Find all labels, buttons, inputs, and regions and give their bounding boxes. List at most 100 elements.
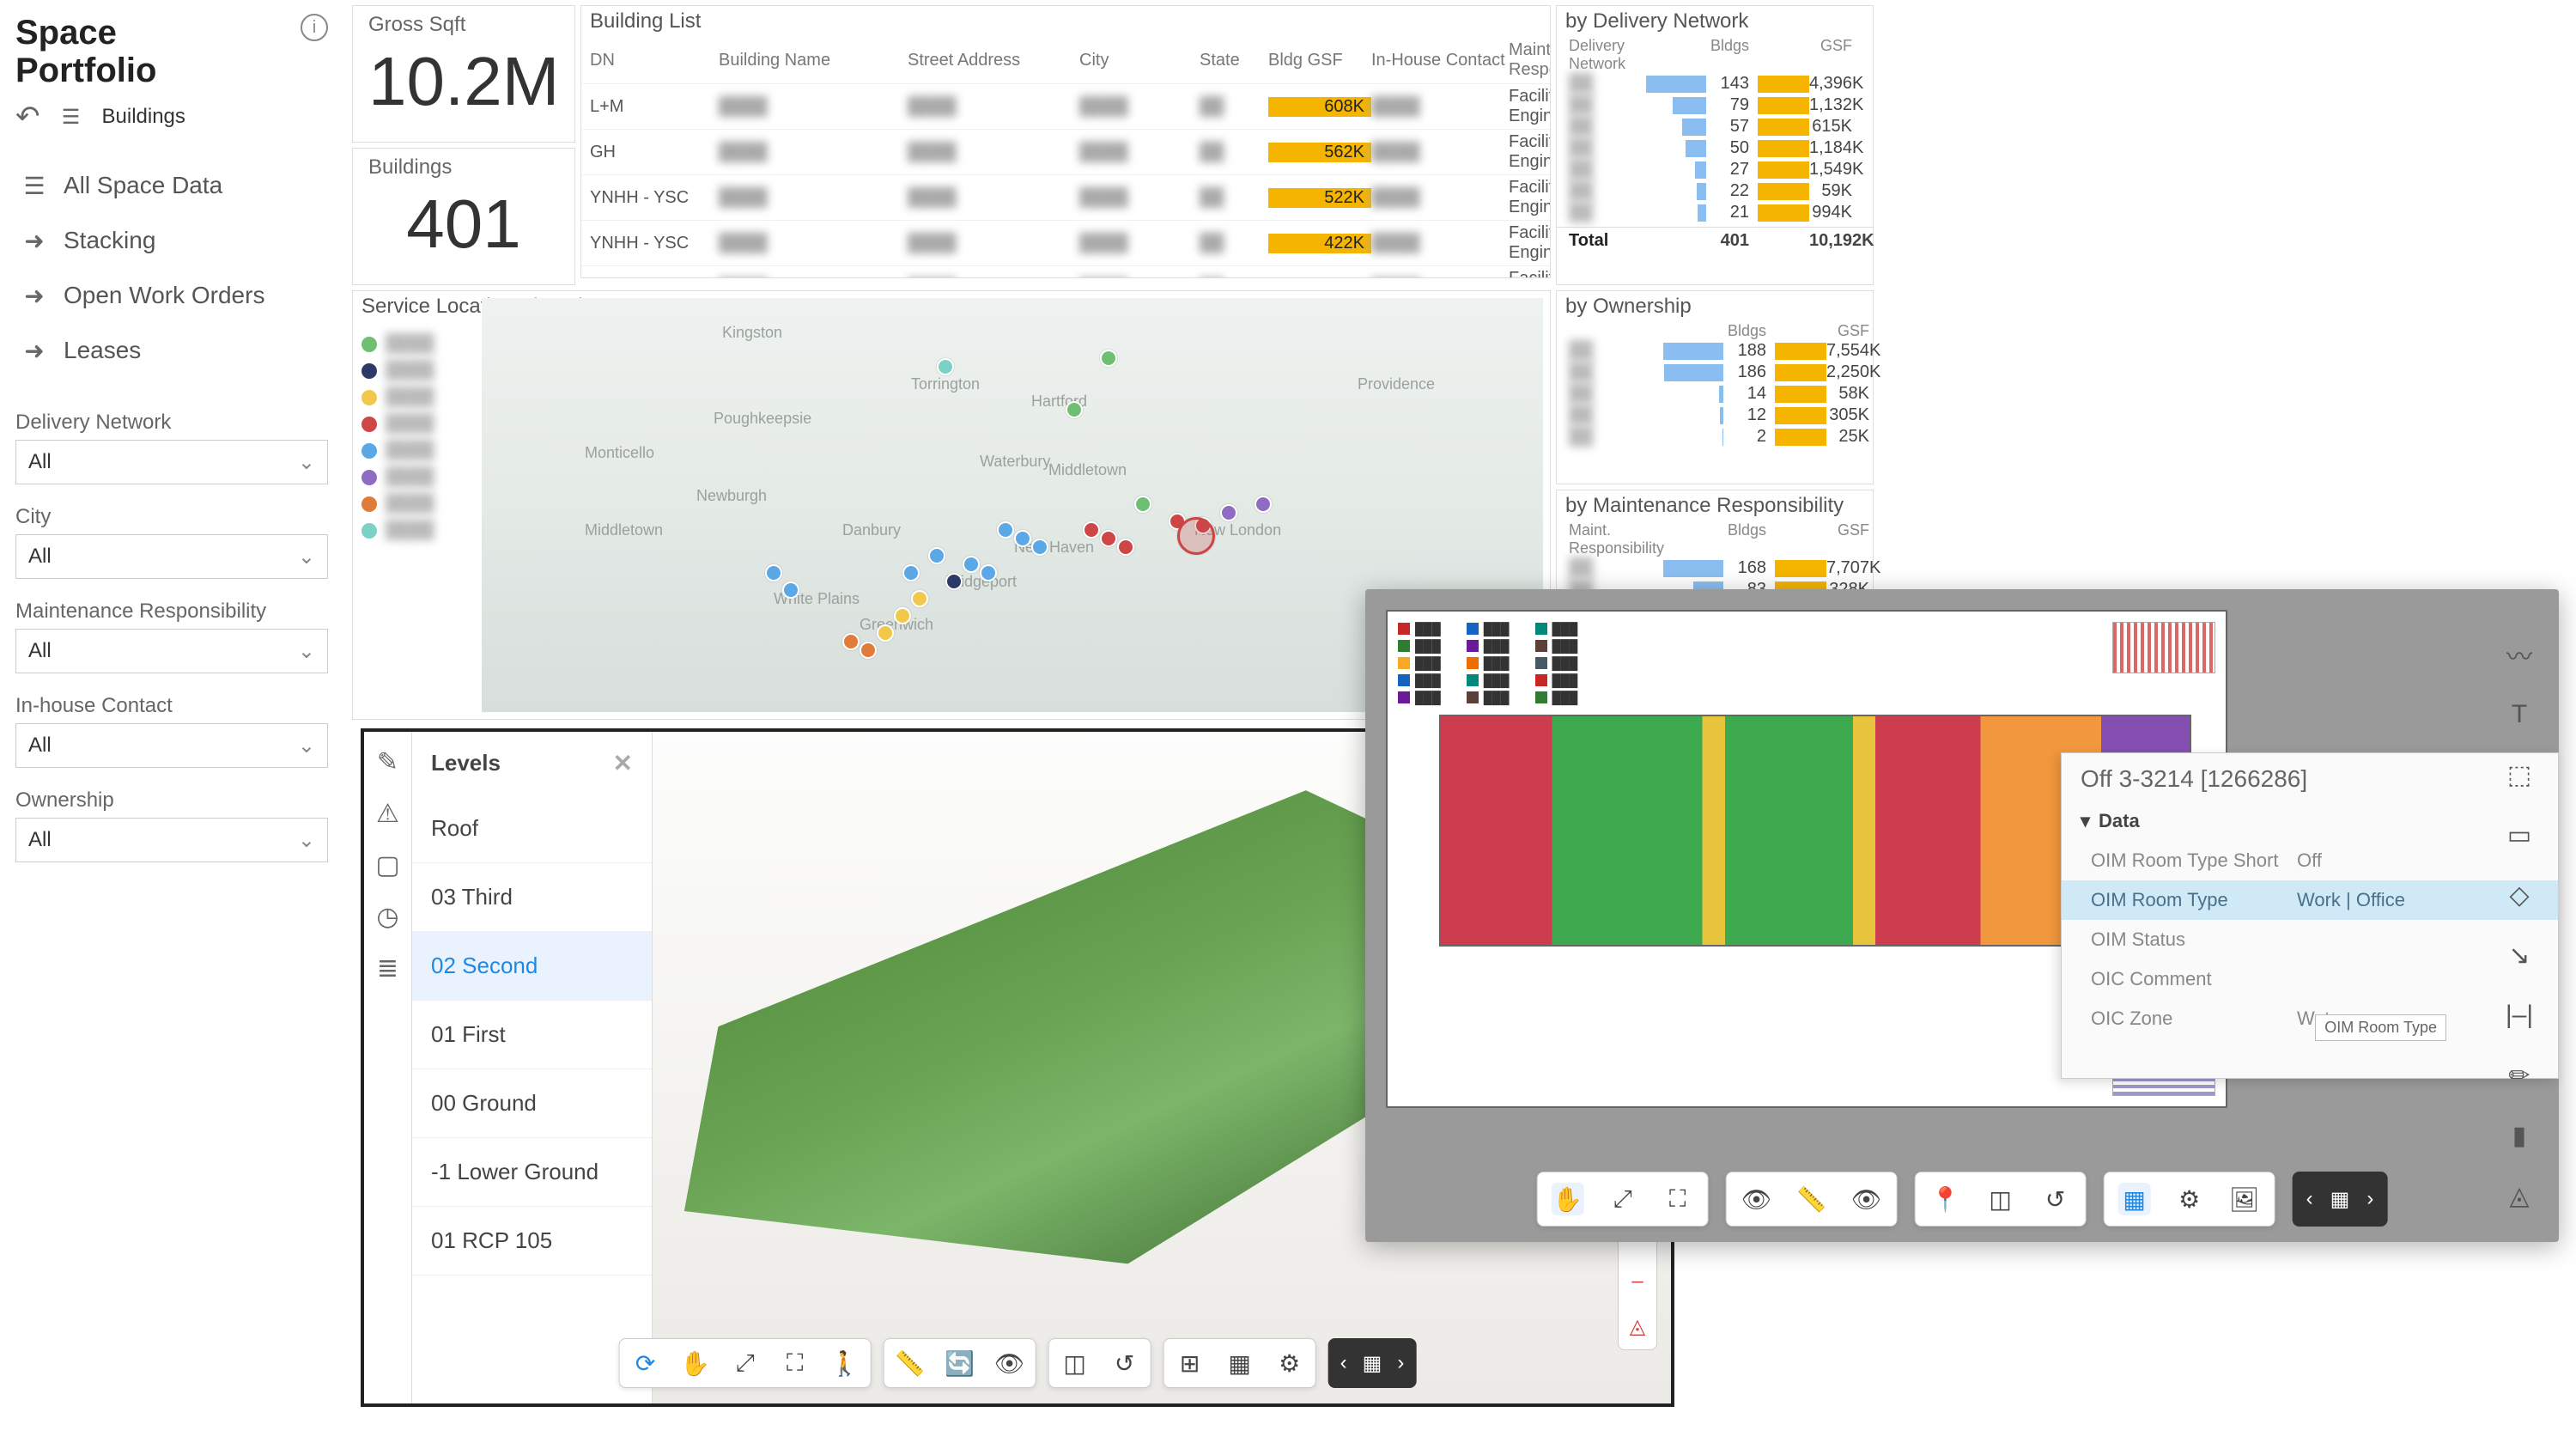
nav-item[interactable]: ☰All Space Data xyxy=(15,158,328,213)
toolbar-button[interactable]: 📏 xyxy=(895,1348,926,1379)
tool-icon[interactable]: ◷ xyxy=(374,902,403,931)
toolbar-button[interactable]: 🔄 xyxy=(945,1348,975,1379)
map-point[interactable] xyxy=(1100,350,1117,367)
map-point[interactable] xyxy=(902,564,920,581)
filter-select[interactable]: All⌄ xyxy=(15,723,328,768)
legend-item[interactable]: ████ xyxy=(361,467,434,487)
toolbar-button[interactable]: 👁 xyxy=(1850,1183,1883,1215)
legend-item[interactable]: ████ xyxy=(361,414,434,434)
back-icon[interactable]: ↶ xyxy=(15,100,40,134)
toolbar-button[interactable]: ⟳ xyxy=(630,1348,661,1379)
map-point[interactable] xyxy=(1220,504,1237,521)
info-icon[interactable]: i xyxy=(301,14,328,41)
markup-tool-icon[interactable]: T xyxy=(2502,697,2537,732)
map-point[interactable] xyxy=(1014,530,1031,547)
property-row[interactable]: OIM Room TypeWork | Office xyxy=(2062,880,2558,920)
toolbar-button[interactable]: ⊞ xyxy=(1175,1348,1206,1379)
map-point[interactable] xyxy=(911,590,928,607)
nav-buildings[interactable]: Buildings xyxy=(102,105,185,129)
markup-tool-icon[interactable]: |–| xyxy=(2502,998,2537,1032)
map-point[interactable] xyxy=(963,556,980,573)
level-item[interactable]: 01 RCP 105 xyxy=(412,1207,652,1275)
chart-row[interactable]: ██12305K xyxy=(1557,405,1873,426)
toolbar-button[interactable]: ⚙ xyxy=(2173,1183,2206,1215)
table-row[interactable]: YNHH - YSC██████████████391K████Faciliti… xyxy=(581,265,1550,278)
toolbar-button[interactable]: 🖼 xyxy=(2228,1183,2261,1215)
map-point[interactable] xyxy=(1255,496,1272,513)
property-row[interactable]: OIC ZoneWatson xyxy=(2062,999,2558,1038)
markup-tool-icon[interactable]: ◇ xyxy=(2502,878,2537,912)
map-point[interactable] xyxy=(1083,521,1100,539)
close-icon[interactable]: ✕ xyxy=(613,749,633,777)
chart-row[interactable]: ██1458K xyxy=(1557,383,1873,405)
toolbar-button[interactable]: ✋ xyxy=(1552,1183,1584,1215)
properties-section[interactable]: ▾ Data xyxy=(2062,805,2558,841)
chart-row[interactable]: ██57615K xyxy=(1557,116,1873,137)
markup-tool-icon[interactable]: ▮ xyxy=(2502,1118,2537,1153)
toolbar-button[interactable]: ▦ xyxy=(2118,1183,2151,1215)
markup-tool-icon[interactable]: ✏ xyxy=(2502,1058,2537,1093)
legend-item[interactable]: ████ xyxy=(361,334,434,354)
level-item[interactable]: 00 Ground xyxy=(412,1069,652,1138)
toolbar-button[interactable]: ↺ xyxy=(2039,1183,2072,1215)
filter-select[interactable]: All⌄ xyxy=(15,629,328,673)
filter-select[interactable]: All⌄ xyxy=(15,818,328,862)
chart-row[interactable]: ██225K xyxy=(1557,426,1873,447)
toolbar-button[interactable]: ↺ xyxy=(1109,1348,1140,1379)
map-point[interactable] xyxy=(1100,530,1117,547)
toolbar-button[interactable]: 📏 xyxy=(1795,1183,1828,1215)
toolbar-button[interactable]: ⚙ xyxy=(1274,1348,1305,1379)
property-row[interactable]: OIC Comment xyxy=(2062,959,2558,999)
chart-row[interactable]: ██791,132K xyxy=(1557,94,1873,116)
markup-tool-icon[interactable]: – xyxy=(1631,1269,1643,1294)
toolbar-button[interactable]: ◫ xyxy=(1984,1183,2017,1215)
map-point[interactable] xyxy=(945,573,963,590)
tool-icon[interactable]: ✎ xyxy=(374,747,403,776)
level-item[interactable]: -1 Lower Ground xyxy=(412,1138,652,1207)
toolbar-button[interactable]: 🚶 xyxy=(829,1348,860,1379)
table-row[interactable]: L+M██████████████608K████Facilities Engi… xyxy=(581,83,1550,129)
map-point[interactable] xyxy=(894,607,911,624)
level-item[interactable]: Roof xyxy=(412,795,652,863)
level-item[interactable]: 03 Third xyxy=(412,863,652,932)
nav-item[interactable]: ➜Leases xyxy=(15,323,328,378)
toolbar-button[interactable]: ◫ xyxy=(1060,1348,1091,1379)
table-row[interactable]: GH██████████████562K████Facilities Engin… xyxy=(581,129,1550,174)
toolbar-button[interactable]: ⛶ xyxy=(1662,1183,1694,1215)
property-row[interactable]: OIM Status xyxy=(2062,920,2558,959)
filter-select[interactable]: All⌄ xyxy=(15,534,328,579)
view-switcher[interactable]: ‹▦› xyxy=(1328,1338,1417,1388)
markup-tool-icon[interactable]: ▭ xyxy=(2502,818,2537,852)
view-switcher[interactable]: ‹▦› xyxy=(2293,1172,2388,1227)
map-point[interactable] xyxy=(937,358,954,375)
minimap-top[interactable] xyxy=(2112,622,2215,673)
toolbar-button[interactable]: ⤢ xyxy=(730,1348,761,1379)
markup-tool-icon[interactable]: ◬ xyxy=(2502,1178,2537,1213)
tool-icon[interactable]: ⚠ xyxy=(374,799,403,828)
chart-row[interactable]: ██1687,707K xyxy=(1557,557,1873,579)
map-point[interactable] xyxy=(782,581,799,599)
map-point-large[interactable] xyxy=(1177,517,1215,555)
map-point[interactable] xyxy=(1134,496,1151,513)
map-point[interactable] xyxy=(997,521,1014,539)
map-point[interactable] xyxy=(980,564,997,581)
map-point[interactable] xyxy=(1031,539,1048,556)
markup-tool-icon[interactable]: ↘ xyxy=(2502,938,2537,972)
chart-row[interactable]: ██21994K xyxy=(1557,202,1873,223)
toolbar-button[interactable]: ▦ xyxy=(1224,1348,1255,1379)
table-row[interactable]: YNHH - YSC██████████████422K████Faciliti… xyxy=(581,220,1550,265)
markup-tool-icon[interactable]: ◬ xyxy=(1630,1314,1645,1339)
map-point[interactable] xyxy=(928,547,945,564)
toolbar-button[interactable]: ⛶ xyxy=(780,1348,811,1379)
legend-item[interactable]: ████ xyxy=(361,521,434,540)
markup-tool-icon[interactable]: 〰 xyxy=(2502,637,2537,672)
nav-item[interactable]: ➜Stacking xyxy=(15,213,328,268)
table-row[interactable]: YNHH - YSC██████████████522K████Faciliti… xyxy=(581,174,1550,220)
legend-item[interactable]: ████ xyxy=(361,361,434,381)
map-point[interactable] xyxy=(877,624,894,642)
chart-row[interactable]: ██501,184K xyxy=(1557,137,1873,159)
tool-icon[interactable]: ≣ xyxy=(374,953,403,983)
filter-select[interactable]: All⌄ xyxy=(15,440,328,484)
map-point[interactable] xyxy=(1066,401,1083,418)
chart-row[interactable]: ██1887,554K xyxy=(1557,340,1873,362)
